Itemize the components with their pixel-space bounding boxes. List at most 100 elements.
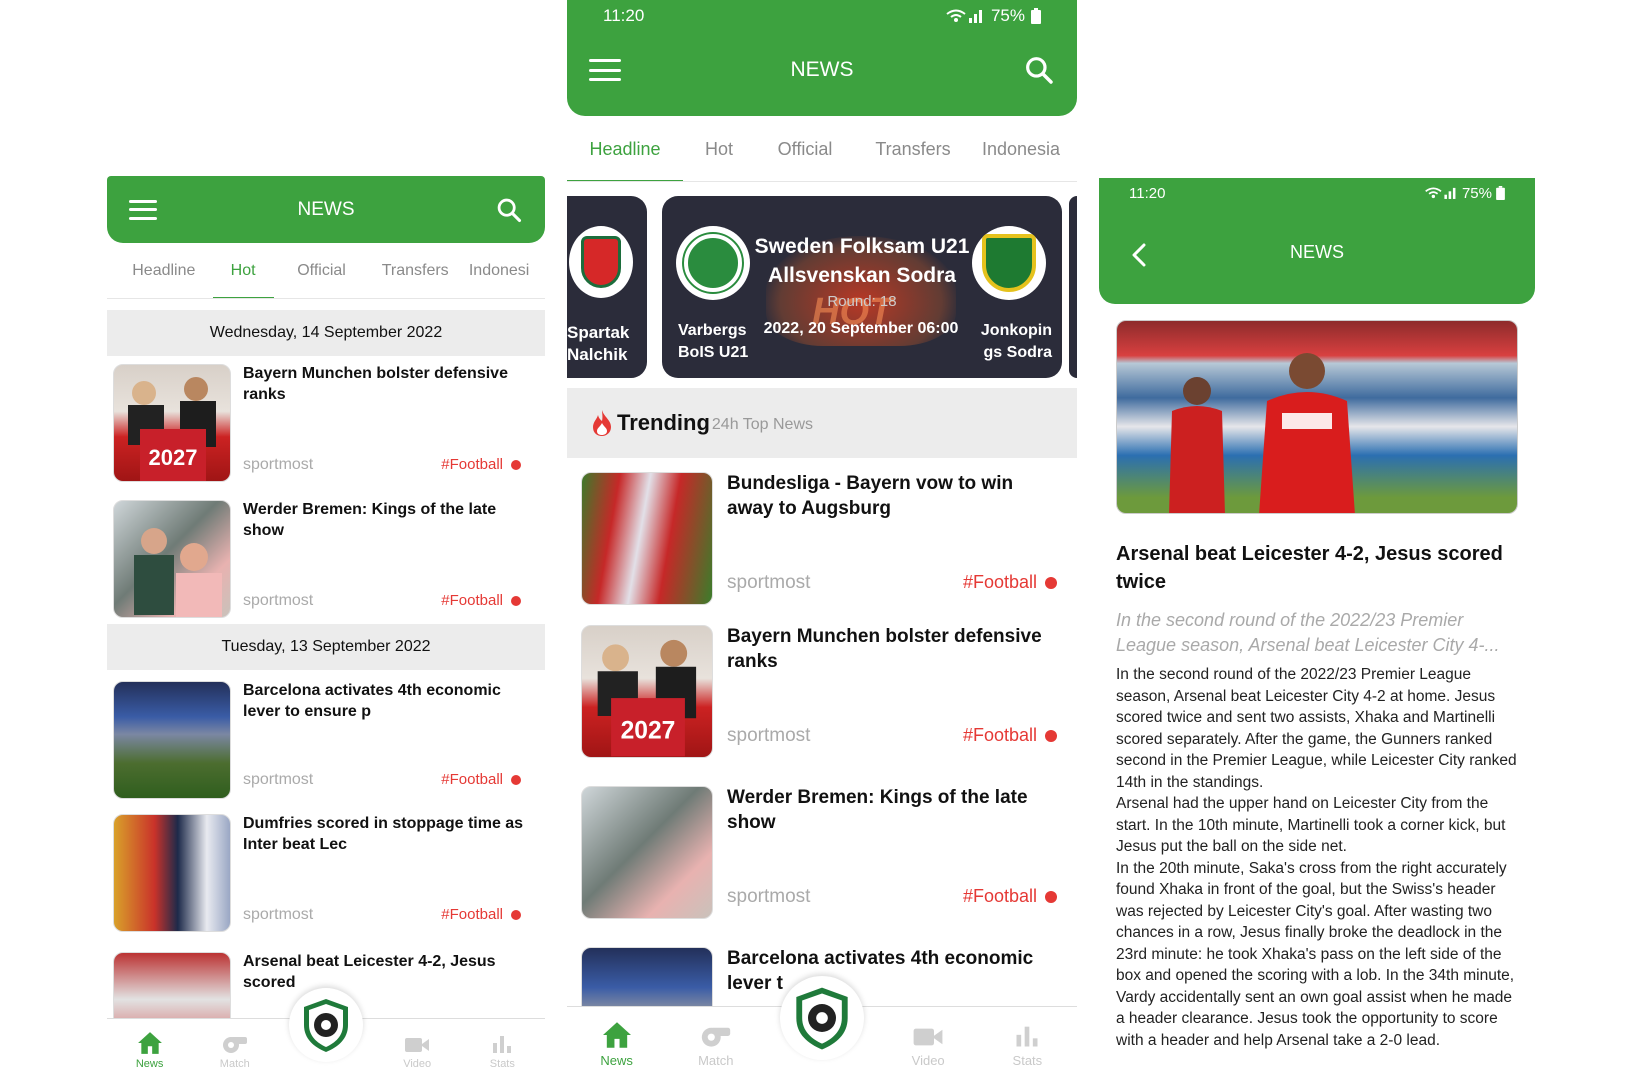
app-bar: NEWS <box>589 32 1055 108</box>
status-bar: 11:20 75% <box>1129 178 1505 208</box>
status-time: 11:20 <box>603 6 645 25</box>
news-title: Werder Bremen: Kings of the late show <box>727 787 1028 833</box>
news-title: Barcelona activates 4th economic lever t <box>727 948 1034 994</box>
app-header: 11:20 75% NEWS <box>567 0 1077 116</box>
team-name: Spartak Nalchik <box>567 323 630 364</box>
menu-icon[interactable] <box>129 199 157 220</box>
tab-transfers[interactable]: Transfers <box>855 116 971 181</box>
nav-label: Stats <box>489 1058 515 1070</box>
news-item[interactable]: Barcelona activates 4th economic lever t… <box>107 670 545 806</box>
nav-video[interactable]: Video <box>893 1025 963 1068</box>
nav-label: Stats <box>1012 1053 1043 1068</box>
battery-icon <box>1031 8 1041 24</box>
nav-news[interactable]: News <box>582 1021 652 1068</box>
nav-video[interactable]: Video <box>387 1035 447 1070</box>
tab-official[interactable]: Official <box>755 116 855 181</box>
tab-headline[interactable]: Headline <box>567 116 683 181</box>
svg-text:2027: 2027 <box>621 717 676 744</box>
date-header: Tuesday, 13 September 2022 <box>107 624 545 670</box>
nav-stats[interactable]: Stats <box>472 1033 532 1070</box>
whistle-icon <box>701 1027 730 1047</box>
news-source: sportmost <box>727 725 811 746</box>
battery-level: 75% <box>1461 184 1492 202</box>
match-card-prev[interactable]: Spartak Nalchik <box>567 196 647 378</box>
app-bar: NEWS <box>1129 208 1505 298</box>
news-tag[interactable]: #Football <box>441 771 521 788</box>
tab-transfers[interactable]: Transfers <box>370 243 461 298</box>
status-time: 11:20 <box>1129 184 1166 202</box>
match-card-next[interactable] <box>1069 196 1077 378</box>
category-tabs: Headline Hot Official Transfers Indonesi… <box>567 116 1077 182</box>
news-thumbnail <box>113 500 231 618</box>
svg-text:2027: 2027 <box>149 445 198 470</box>
nav-label: News <box>135 1058 164 1070</box>
app-logo-button[interactable] <box>289 988 363 1062</box>
news-thumbnail: 2027 <box>581 625 713 758</box>
tab-indonesia[interactable]: Indonesi <box>469 243 545 298</box>
news-item[interactable]: Werder Bremen: Kings of the late show sp… <box>107 492 545 622</box>
tag-dot-icon <box>511 595 521 606</box>
video-camera-icon <box>913 1028 943 1046</box>
news-item[interactable]: 2027 Bayern Munchen bolster defensive ra… <box>567 619 1077 780</box>
article-paragraph: Arsenal had the upper hand on Leicester … <box>1116 795 1506 855</box>
match-card[interactable]: HOT Sweden Folksam U21 Allsvenskan Sodra… <box>662 196 1062 378</box>
nav-label: Match <box>698 1053 734 1068</box>
tag-dot-icon <box>1045 729 1057 742</box>
nav-news[interactable]: News <box>120 1031 180 1070</box>
left-screen: NEWS Headline Hot Official Transfers Ind… <box>107 176 545 1076</box>
away-team-name: Jonkopin gs Sodra <box>980 322 1052 361</box>
news-tag[interactable]: #Football <box>963 572 1057 593</box>
news-item[interactable]: Werder Bremen: Kings of the late show sp… <box>567 780 1077 941</box>
news-thumbnail <box>113 814 231 932</box>
tab-official[interactable]: Official <box>282 243 362 298</box>
match-round: Round: 18 <box>827 293 897 310</box>
news-tag[interactable]: #Football <box>441 592 521 609</box>
tag-dot-icon <box>1045 576 1057 589</box>
tab-hot[interactable]: Hot <box>683 116 755 181</box>
news-title: Bayern Munchen bolster defensive ranks <box>243 365 508 403</box>
nav-stats[interactable]: Stats <box>992 1023 1062 1068</box>
news-tag[interactable]: #Football <box>963 725 1057 746</box>
wifi-signal-icon <box>946 9 982 23</box>
middle-screen: 11:20 75% NEWS Headline Hot Official Tra… <box>567 0 1077 1076</box>
category-tabs: Headline Hot Official Transfers Indonesi <box>107 243 545 299</box>
nav-label: Video <box>911 1053 945 1068</box>
app-logo-button[interactable] <box>780 976 864 1060</box>
shield-ball-icon <box>796 987 848 1050</box>
article-body: In the second round of the 2022/23 Premi… <box>1116 664 1518 1051</box>
news-source: sportmost <box>727 572 811 593</box>
article-image <box>1116 320 1518 514</box>
news-tag[interactable]: #Football <box>963 886 1057 907</box>
whistle-icon <box>222 1037 247 1053</box>
app-title: NEWS <box>297 198 355 220</box>
menu-icon[interactable] <box>589 59 621 81</box>
date-header: Wednesday, 14 September 2022 <box>107 310 545 356</box>
trending-title: Trending <box>617 410 710 435</box>
tab-headline[interactable]: Headline <box>121 243 207 298</box>
tag-dot-icon <box>511 459 521 470</box>
news-item[interactable]: Bundesliga - Bayern vow to win away to A… <box>567 458 1077 619</box>
team-logo <box>569 226 633 298</box>
news-item[interactable]: 2027 Bayern Munchen bolster defensive ra… <box>107 356 545 492</box>
status-bar: 11:20 75% <box>589 0 1055 32</box>
tag-dot-icon <box>511 774 521 785</box>
article-paragraph: In the 20th minute, Saka's cross from th… <box>1116 859 1515 1049</box>
news-source: sportmost <box>727 886 811 907</box>
article-paragraph: In the second round of the 2022/23 Premi… <box>1116 666 1517 791</box>
search-icon[interactable] <box>1023 54 1055 86</box>
news-tag[interactable]: #Football <box>441 456 521 473</box>
app-title: NEWS <box>1290 241 1344 262</box>
news-tag[interactable]: #Football <box>441 906 521 923</box>
nav-label: Video <box>403 1058 432 1070</box>
nav-match[interactable]: Match <box>205 1033 265 1070</box>
nav-match[interactable]: Match <box>681 1023 751 1068</box>
news-title: Werder Bremen: Kings of the late show <box>243 501 497 539</box>
tag-dot-icon <box>1045 890 1057 903</box>
nav-label: Match <box>219 1058 250 1070</box>
tab-hot[interactable]: Hot <box>212 243 274 298</box>
news-item[interactable]: Dumfries scored in stoppage time as Inte… <box>107 806 545 946</box>
back-arrow-icon[interactable] <box>1129 242 1151 268</box>
tab-indonesia[interactable]: Indonesia <box>971 116 1071 181</box>
status-right: 75% <box>945 6 1041 26</box>
search-icon[interactable] <box>495 196 523 224</box>
